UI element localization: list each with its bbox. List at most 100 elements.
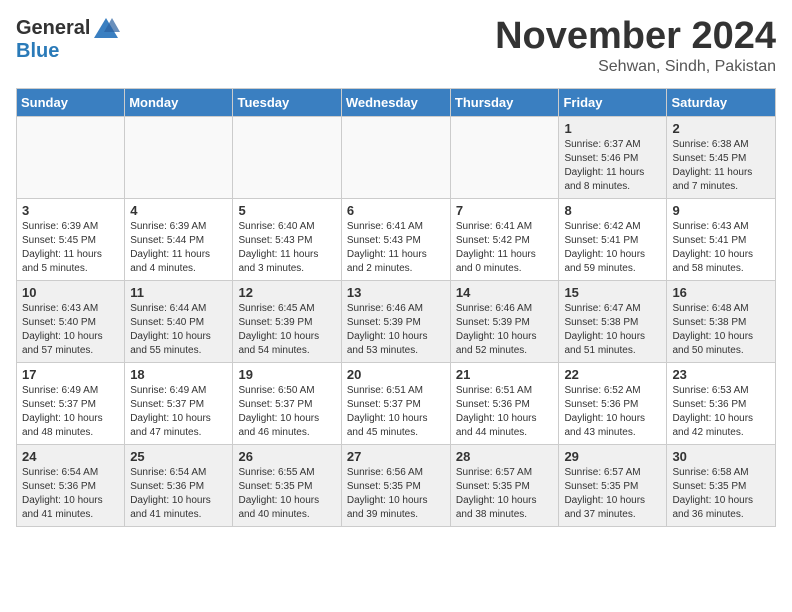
title-section: November 2024 Sehwan, Sindh, Pakistan	[495, 16, 776, 76]
day-info: Sunrise: 6:53 AMSunset: 5:36 PMDaylight:…	[672, 384, 770, 440]
calendar-cell	[17, 116, 125, 198]
calendar-week-row: 10Sunrise: 6:43 AMSunset: 5:40 PMDayligh…	[17, 280, 776, 362]
calendar-week-row: 17 Sunrise: 6:49 AMSunset: 5:37 PMDayligh…	[17, 362, 776, 444]
calendar-cell: 7 Sunrise: 6:41 AMSunset: 5:42 PMDaylight…	[450, 198, 559, 280]
day-info: Sunrise: 6:50 AMSunset: 5:37 PMDaylight:…	[238, 384, 335, 440]
day-number: 29	[564, 449, 661, 464]
calendar-cell: 5 Sunrise: 6:40 AMSunset: 5:43 PMDaylight…	[233, 198, 341, 280]
day-number: 10	[22, 285, 119, 300]
day-number: 21	[456, 367, 554, 382]
day-number: 8	[564, 203, 661, 218]
day-number: 2	[672, 121, 770, 136]
day-info: Sunrise: 6:45 AMSunset: 5:39 PMDaylight:…	[238, 302, 335, 358]
day-number: 17	[22, 367, 119, 382]
day-info: Sunrise: 6:42 AMSunset: 5:41 PMDaylight:…	[564, 220, 661, 276]
calendar-cell: 28 Sunrise: 6:57 AMSunset: 5:35 PMDayligh…	[450, 444, 559, 526]
calendar-cell	[341, 116, 450, 198]
day-number: 19	[238, 367, 335, 382]
location-text: Sehwan, Sindh, Pakistan	[495, 58, 776, 76]
day-number: 28	[456, 449, 554, 464]
day-info: Sunrise: 6:41 AMSunset: 5:43 PMDaylight:…	[347, 220, 445, 276]
day-header-monday: Monday	[125, 88, 233, 116]
day-header-thursday: Thursday	[450, 88, 559, 116]
calendar-cell: 29 Sunrise: 6:57 AMSunset: 5:35 PMDayligh…	[559, 444, 667, 526]
day-number: 26	[238, 449, 335, 464]
calendar-cell: 1 Sunrise: 6:37 AMSunset: 5:46 PMDaylight…	[559, 116, 667, 198]
calendar-cell: 17 Sunrise: 6:49 AMSunset: 5:37 PMDayligh…	[17, 362, 125, 444]
day-number: 23	[672, 367, 770, 382]
calendar-cell: 20Sunrise: 6:51 AMSunset: 5:37 PMDayligh…	[341, 362, 450, 444]
calendar-cell: 19 Sunrise: 6:50 AMSunset: 5:37 PMDayligh…	[233, 362, 341, 444]
day-info: Sunrise: 6:57 AMSunset: 5:35 PMDaylight:…	[564, 466, 661, 522]
calendar-week-row: 3Sunrise: 6:39 AMSunset: 5:45 PMDaylight…	[17, 198, 776, 280]
day-info: Sunrise: 6:51 AMSunset: 5:36 PMDaylight:…	[456, 384, 554, 440]
logo-blue-text: Blue	[16, 40, 59, 63]
day-number: 30	[672, 449, 770, 464]
day-header-friday: Friday	[559, 88, 667, 116]
day-number: 4	[130, 203, 227, 218]
calendar-cell	[233, 116, 341, 198]
day-number: 1	[564, 121, 661, 136]
calendar-cell: 24 Sunrise: 6:54 AMSunset: 5:36 PMDayligh…	[17, 444, 125, 526]
calendar-cell: 2Sunrise: 6:38 AMSunset: 5:45 PMDaylight…	[667, 116, 776, 198]
page-header: General Blue November 2024 Sehwan, Sindh…	[16, 16, 776, 76]
day-header-sunday: Sunday	[17, 88, 125, 116]
day-info: Sunrise: 6:49 AMSunset: 5:37 PMDaylight:…	[130, 384, 227, 440]
calendar-cell: 18Sunrise: 6:49 AMSunset: 5:37 PMDayligh…	[125, 362, 233, 444]
day-info: Sunrise: 6:49 AMSunset: 5:37 PMDaylight:…	[22, 384, 119, 440]
day-header-saturday: Saturday	[667, 88, 776, 116]
day-info: Sunrise: 6:43 AMSunset: 5:41 PMDaylight:…	[672, 220, 770, 276]
calendar-cell: 4 Sunrise: 6:39 AMSunset: 5:44 PMDaylight…	[125, 198, 233, 280]
day-number: 13	[347, 285, 445, 300]
calendar-cell: 6 Sunrise: 6:41 AMSunset: 5:43 PMDaylight…	[341, 198, 450, 280]
day-number: 27	[347, 449, 445, 464]
day-info: Sunrise: 6:57 AMSunset: 5:35 PMDaylight:…	[456, 466, 554, 522]
calendar-cell	[125, 116, 233, 198]
logo-general-text: General	[16, 17, 90, 40]
day-info: Sunrise: 6:54 AMSunset: 5:36 PMDaylight:…	[130, 466, 227, 522]
day-number: 12	[238, 285, 335, 300]
day-info: Sunrise: 6:41 AMSunset: 5:42 PMDaylight:…	[456, 220, 554, 276]
calendar-cell: 11Sunrise: 6:44 AMSunset: 5:40 PMDayligh…	[125, 280, 233, 362]
day-info: Sunrise: 6:46 AMSunset: 5:39 PMDaylight:…	[456, 302, 554, 358]
day-info: Sunrise: 6:52 AMSunset: 5:36 PMDaylight:…	[564, 384, 661, 440]
day-number: 6	[347, 203, 445, 218]
month-title: November 2024	[495, 16, 776, 58]
logo: General Blue	[16, 16, 120, 63]
day-number: 24	[22, 449, 119, 464]
day-info: Sunrise: 6:39 AMSunset: 5:44 PMDaylight:…	[130, 220, 227, 276]
day-number: 20	[347, 367, 445, 382]
calendar-cell: 14 Sunrise: 6:46 AMSunset: 5:39 PMDayligh…	[450, 280, 559, 362]
calendar-cell: 21 Sunrise: 6:51 AMSunset: 5:36 PMDayligh…	[450, 362, 559, 444]
day-number: 15	[564, 285, 661, 300]
calendar-cell: 16Sunrise: 6:48 AMSunset: 5:38 PMDayligh…	[667, 280, 776, 362]
calendar-cell: 15Sunrise: 6:47 AMSunset: 5:38 PMDayligh…	[559, 280, 667, 362]
day-info: Sunrise: 6:55 AMSunset: 5:35 PMDaylight:…	[238, 466, 335, 522]
calendar-cell: 10Sunrise: 6:43 AMSunset: 5:40 PMDayligh…	[17, 280, 125, 362]
day-number: 5	[238, 203, 335, 218]
calendar-cell	[450, 116, 559, 198]
day-number: 9	[672, 203, 770, 218]
logo-icon	[92, 16, 120, 40]
day-info: Sunrise: 6:46 AMSunset: 5:39 PMDaylight:…	[347, 302, 445, 358]
calendar-cell: 8 Sunrise: 6:42 AMSunset: 5:41 PMDaylight…	[559, 198, 667, 280]
calendar-week-row: 1 Sunrise: 6:37 AMSunset: 5:46 PMDaylight…	[17, 116, 776, 198]
calendar-header-row: SundayMondayTuesdayWednesdayThursdayFrid…	[17, 88, 776, 116]
calendar-cell: 27Sunrise: 6:56 AMSunset: 5:35 PMDayligh…	[341, 444, 450, 526]
calendar-cell: 30 Sunrise: 6:58 AMSunset: 5:35 PMDayligh…	[667, 444, 776, 526]
day-info: Sunrise: 6:40 AMSunset: 5:43 PMDaylight:…	[238, 220, 335, 276]
day-info: Sunrise: 6:54 AMSunset: 5:36 PMDaylight:…	[22, 466, 119, 522]
day-number: 16	[672, 285, 770, 300]
day-info: Sunrise: 6:37 AMSunset: 5:46 PMDaylight:…	[564, 138, 661, 194]
day-info: Sunrise: 6:44 AMSunset: 5:40 PMDaylight:…	[130, 302, 227, 358]
day-number: 3	[22, 203, 119, 218]
day-number: 14	[456, 285, 554, 300]
day-number: 22	[564, 367, 661, 382]
calendar-cell: 3Sunrise: 6:39 AMSunset: 5:45 PMDaylight…	[17, 198, 125, 280]
day-number: 25	[130, 449, 227, 464]
calendar-cell: 12 Sunrise: 6:45 AMSunset: 5:39 PMDayligh…	[233, 280, 341, 362]
day-info: Sunrise: 6:58 AMSunset: 5:35 PMDaylight:…	[672, 466, 770, 522]
day-number: 7	[456, 203, 554, 218]
calendar-cell: 13 Sunrise: 6:46 AMSunset: 5:39 PMDayligh…	[341, 280, 450, 362]
calendar-week-row: 24 Sunrise: 6:54 AMSunset: 5:36 PMDayligh…	[17, 444, 776, 526]
